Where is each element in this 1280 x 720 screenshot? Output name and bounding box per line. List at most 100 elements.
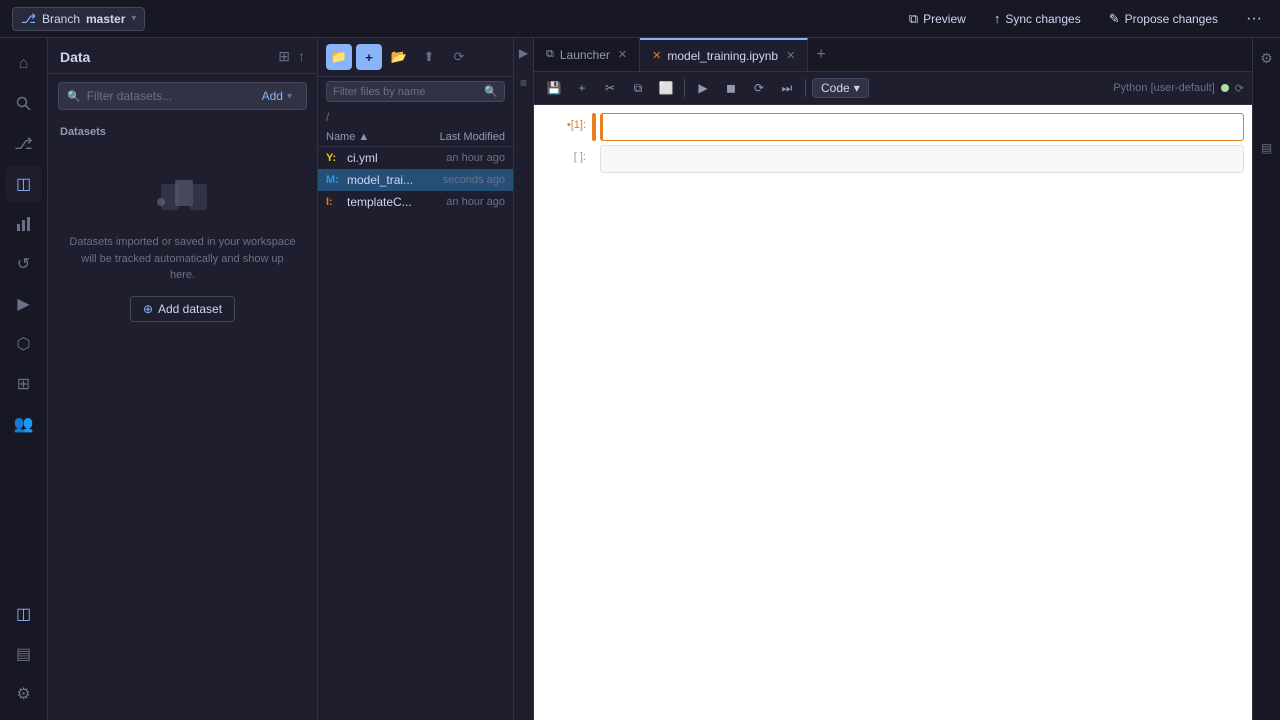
file-item-model[interactable]: M: model_trai... seconds ago [318,169,513,191]
sidebar-item-search[interactable] [6,86,42,122]
dataset-search-input[interactable] [87,89,250,103]
new-file-button[interactable]: + [356,44,382,70]
datasets-section: Datasets [48,118,317,142]
sidebar-item-people[interactable]: 👥 [6,406,42,442]
file-item-template[interactable]: I: templateC... an hour ago [318,191,513,213]
data-panel-title: Data [60,49,90,65]
icon-bar: ⌂ ⎇ ◫ ↺ ▶ ⬡ ⊞ 👥 ◫ ▤ ⚙ [0,38,48,720]
add-dataset-button[interactable]: ⊕ Add dataset [130,296,235,322]
top-bar-left: ⎇ Branch master ▾ [12,7,145,31]
file-icon-notebook: M: [326,174,342,186]
upload-button[interactable]: ⬆ [416,44,442,70]
file-list-header: Name ▲ Last Modified [318,128,513,147]
file-search-input[interactable] [333,86,480,98]
folder-open-button[interactable]: 📂 [386,44,412,70]
file-name-template: templateC... [347,195,415,209]
data-panel: Data ⊞ ↑ 🔍 Add ▾ Datasets [48,38,318,720]
file-time-ci: an hour ago [415,152,505,164]
cell-2-body[interactable] [600,145,1244,173]
sidebar-item-data[interactable]: ◫ [6,166,42,202]
cell-2-indicator [592,145,596,173]
code-mode-selector[interactable]: Code ▾ [812,78,869,98]
file-item-ci[interactable]: Y: ci.yml an hour ago [318,147,513,169]
sidebar-item-grid[interactable]: ⊞ [6,366,42,402]
tab-notebook-label: model_training.ipynb [667,49,778,63]
sidebar-item-runtime[interactable]: ▶ [6,286,42,322]
preview-button[interactable]: ⧉ Preview [903,8,972,30]
add-cell-button[interactable]: + [570,76,594,100]
notebook-area: ⧉ Launcher ✕ ✕ model_training.ipynb ✕ + … [534,38,1252,720]
tab-launcher-close[interactable]: ✕ [618,48,627,61]
new-folder-button[interactable]: 📁 [326,44,352,70]
file-time-template: an hour ago [415,196,505,208]
sidebar-item-chart[interactable] [6,206,42,242]
sync-button[interactable]: ↑ Sync changes [988,8,1087,29]
file-list: Y: ci.yml an hour ago M: model_trai... s… [318,147,513,720]
sidebar-item-home[interactable]: ⌂ [6,46,42,82]
tab-notebook-icon: ✕ [652,49,661,62]
data-panel-upload-icon[interactable]: ↑ [298,48,305,65]
tab-launcher[interactable]: ⧉ Launcher ✕ [534,38,640,71]
cell-1-body[interactable] [600,113,1244,141]
sidebar-item-git[interactable]: ⎇ [6,126,42,162]
right-settings-icon[interactable]: ⚙ [1256,46,1277,71]
code-mode-label: Code [821,81,850,95]
preview-icon: ⧉ [909,11,918,27]
sidebar-item-table[interactable]: ▤ [6,636,42,672]
refresh-button[interactable]: ⟳ [446,44,472,70]
kernel-reload-icon[interactable]: ⟳ [1235,82,1244,95]
right-icon-bar: ⚙ ▤ [1252,38,1280,720]
run-button[interactable]: ▶ [691,76,715,100]
cut-button[interactable]: ✂ [598,76,622,100]
data-panel-icons: ⊞ ↑ [278,48,305,65]
branch-chevron: ▾ [131,13,136,24]
propose-button[interactable]: ✎ Propose changes [1103,8,1224,30]
mid-expand-icon[interactable]: ▶ [519,46,528,60]
toolbar-sep-2 [805,79,806,97]
propose-icon: ✎ [1109,11,1120,27]
add-dataset-icon: ⊕ [143,302,153,316]
add-button[interactable]: Add ▾ [256,87,298,105]
more-button[interactable]: ··· [1240,8,1268,30]
cell-2: [ ]: [542,145,1244,173]
file-icon-template: I: [326,196,342,208]
file-search-bar[interactable]: 🔍 [326,81,505,102]
tab-notebook-close[interactable]: ✕ [786,49,795,62]
right-panel-icon[interactable]: ▤ [1257,137,1276,159]
fast-forward-button[interactable]: ⏭ [775,76,799,100]
file-path: / [318,106,513,128]
sidebar-item-compute[interactable]: ⬡ [6,326,42,362]
branch-selector[interactable]: ⎇ Branch master ▾ [12,7,145,31]
branch-name: master [86,12,125,26]
cell-1-indicator [592,113,596,141]
datasets-empty-text: Datasets imported or saved in your works… [68,234,297,284]
sidebar-item-settings[interactable]: ⚙ [6,676,42,712]
tab-notebook[interactable]: ✕ model_training.ipynb ✕ [640,38,808,71]
add-tab-button[interactable]: + [808,46,833,64]
copy-button[interactable]: ⧉ [626,76,650,100]
restart-button[interactable]: ⟳ [747,76,771,100]
sidebar-item-history[interactable]: ↺ [6,246,42,282]
file-search-icon: 🔍 [484,85,498,98]
data-panel-header: Data ⊞ ↑ [48,38,317,74]
file-name-ci: ci.yml [347,151,415,165]
mid-list-icon[interactable]: ≡ [520,76,527,90]
dataset-search-icon: 🔍 [67,90,81,103]
add-chevron: ▾ [287,91,292,102]
paste-button[interactable]: ⬜ [654,76,678,100]
save-button[interactable]: 💾 [542,76,566,100]
sidebar-item-plugin[interactable]: ◫ [6,596,42,632]
datasets-empty: Datasets imported or saved in your works… [48,142,317,352]
col-modified: Last Modified [415,131,505,143]
data-panel-settings-icon[interactable]: ⊞ [278,48,290,65]
dataset-search-bar[interactable]: 🔍 Add ▾ [58,82,307,110]
file-time-model: seconds ago [415,174,505,186]
col-name[interactable]: Name ▲ [326,131,415,143]
stop-button[interactable]: ◼ [719,76,743,100]
file-icon-yaml: Y: [326,152,342,164]
notebook-tabs: ⧉ Launcher ✕ ✕ model_training.ipynb ✕ + [534,38,1252,72]
branch-icon: ⎇ [21,11,36,27]
datasets-empty-icon [153,172,213,222]
code-mode-chevron: ▾ [854,81,860,95]
mid-toolbar: ▶ ≡ [514,38,534,720]
